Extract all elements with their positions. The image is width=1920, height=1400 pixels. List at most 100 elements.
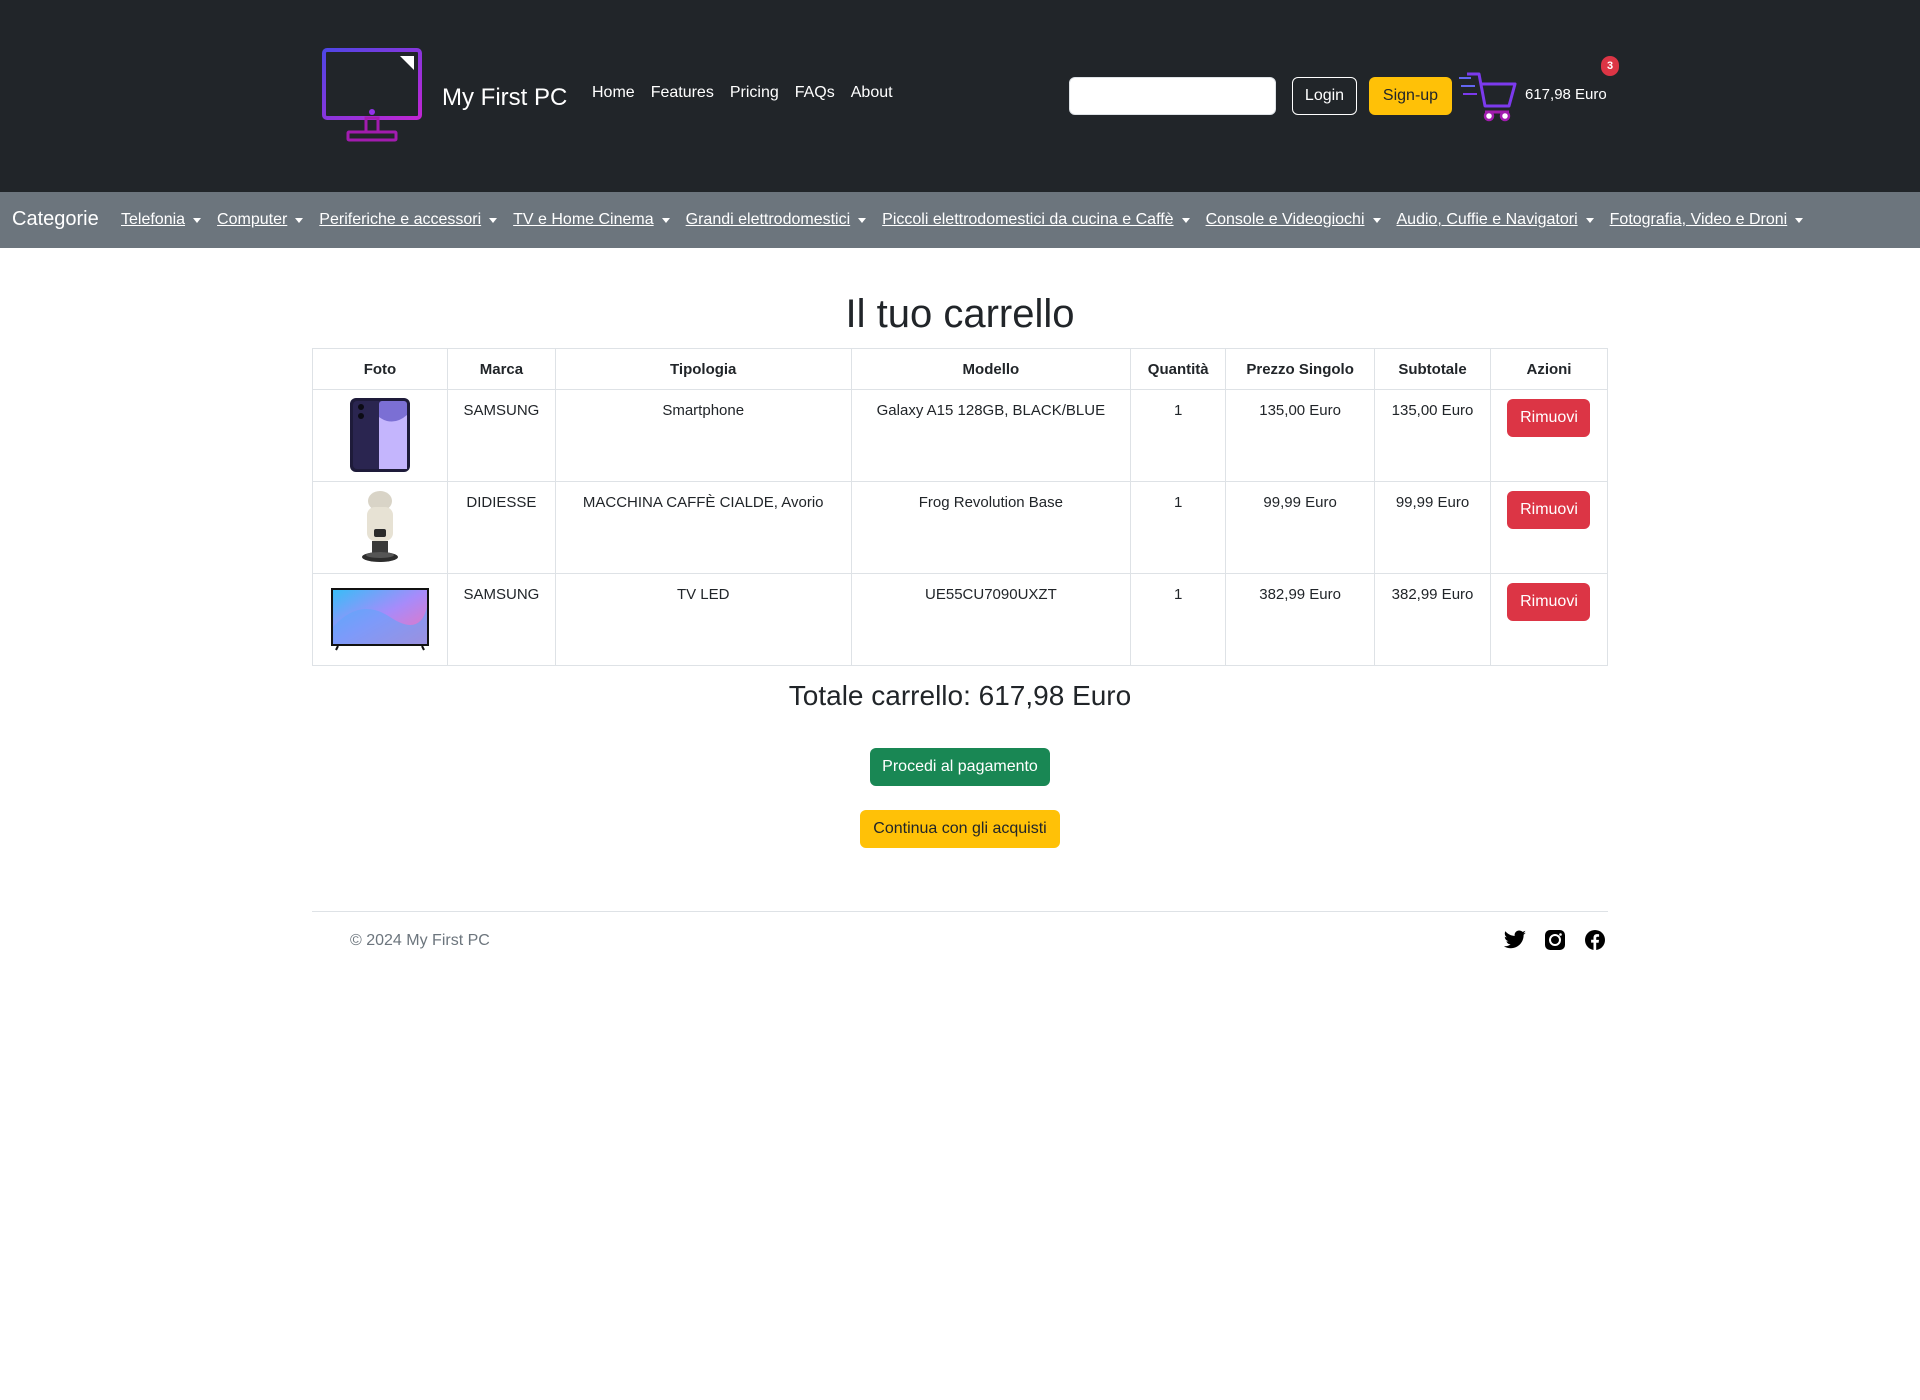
instagram-icon [1545, 930, 1565, 950]
proceed-to-payment-button[interactable]: Procedi al pagamento [870, 748, 1050, 786]
category-label: Audio, Cuffie e Navigatori [1396, 211, 1578, 228]
category-audio[interactable]: Audio, Cuffie e Navigatori [1389, 211, 1602, 229]
category-label: Periferiche e accessori [319, 211, 482, 228]
facebook-link[interactable] [1583, 928, 1607, 952]
type-cell: Smartphone [554, 389, 852, 482]
category-console[interactable]: Console e Videogiochi [1198, 211, 1389, 229]
category-tv[interactable]: TV e Home Cinema [505, 211, 678, 229]
actions-cell: Rimuovi [1489, 481, 1609, 574]
remove-button[interactable]: Rimuovi [1507, 583, 1591, 621]
brand-cell: DIDIESSE [446, 481, 556, 574]
signup-button[interactable]: Sign-up [1369, 77, 1452, 115]
product-photo-cell [312, 389, 448, 482]
type-cell: TV LED [554, 573, 852, 666]
login-button[interactable]: Login [1292, 77, 1357, 115]
table-row: DIDIESSE MACCHINA CAFFÈ CIALDE, Avorio F… [312, 481, 1609, 574]
product-photo-cell [312, 573, 448, 666]
caret-down-icon [489, 217, 498, 223]
footer-copyright: © 2024 My First PC [350, 932, 490, 949]
top-header: My First PC Home Features Pricing FAQs A… [0, 0, 1920, 192]
category-label: Computer [217, 211, 288, 228]
category-title: Categorie [12, 208, 99, 230]
main-nav: Home Features Pricing FAQs About [584, 84, 901, 102]
brand-cell: SAMSUNG [446, 573, 556, 666]
cart-count-badge: 3 [1601, 56, 1619, 76]
subtotal-cell: 135,00 Euro [1374, 389, 1491, 482]
column-header: Modello [850, 348, 1132, 390]
shopping-cart-icon [1459, 72, 1517, 122]
category-label: Console e Videogiochi [1205, 211, 1365, 228]
cart-table: Foto Marca Tipologia Modello Quantità Pr… [312, 348, 1609, 666]
column-header: Subtotale [1374, 348, 1491, 390]
table-header-row: Foto Marca Tipologia Modello Quantità Pr… [312, 348, 1609, 390]
twitter-link[interactable] [1503, 928, 1527, 952]
caret-down-icon [661, 217, 670, 223]
category-label: Fotografia, Video e Droni [1609, 211, 1788, 228]
nav-faqs[interactable]: FAQs [787, 84, 843, 102]
model-cell: UE55CU7090UXZT [850, 573, 1132, 666]
category-list: Telefonia Computer Periferiche e accesso… [113, 211, 1811, 229]
price-cell: 135,00 Euro [1225, 389, 1376, 482]
subtotal-cell: 99,99 Euro [1374, 481, 1491, 574]
price-cell: 382,99 Euro [1225, 573, 1376, 666]
subtotal-cell: 382,99 Euro [1374, 573, 1491, 666]
tv-image [330, 588, 429, 651]
category-label: Telefonia [121, 211, 186, 228]
caret-down-icon [193, 217, 202, 223]
table-row: SAMSUNG TV LED UE55CU7090UXZT 1 382,99 E… [312, 573, 1609, 666]
table-row: SAMSUNG Smartphone Galaxy A15 128GB, BLA… [312, 389, 1609, 482]
category-label: Piccoli elettrodomestici da cucina e Caf… [882, 211, 1174, 228]
cart-total-label: 617,98 Euro [1525, 86, 1607, 103]
column-header: Azioni [1489, 348, 1609, 390]
brand-cell: SAMSUNG [446, 389, 556, 482]
caret-down-icon [295, 217, 304, 223]
caret-down-icon [1181, 217, 1190, 223]
column-header: Marca [446, 348, 556, 390]
footer-divider [312, 911, 1608, 912]
cart-total-summary: Totale carrello: 617,98 Euro [788, 680, 1132, 711]
column-header: Prezzo Singolo [1225, 348, 1376, 390]
facebook-icon [1585, 930, 1605, 950]
price-cell: 99,99 Euro [1225, 481, 1376, 574]
cart-link[interactable]: 3 617,98 Euro [1459, 56, 1619, 126]
product-photo-cell [312, 481, 448, 574]
caret-down-icon [1585, 217, 1594, 223]
category-label: TV e Home Cinema [513, 211, 654, 228]
caret-down-icon [1372, 217, 1381, 223]
smartphone-image [349, 398, 410, 472]
nav-pricing[interactable]: Pricing [722, 84, 787, 102]
nav-home[interactable]: Home [584, 84, 643, 102]
monitor-icon [322, 48, 422, 142]
category-label: Grandi elettrodomestici [685, 211, 851, 228]
column-header: Quantità [1130, 348, 1227, 390]
column-header: Tipologia [554, 348, 852, 390]
social-links [1503, 928, 1607, 952]
page-title: Il tuo carrello [845, 292, 1075, 336]
twitter-icon [1503, 930, 1526, 949]
actions-cell: Rimuovi [1489, 389, 1609, 482]
continue-shopping-button[interactable]: Continua con gli acquisti [860, 810, 1060, 848]
instagram-link[interactable] [1543, 928, 1567, 952]
type-cell: MACCHINA CAFFÈ CIALDE, Avorio [554, 481, 852, 574]
category-computer[interactable]: Computer [209, 211, 311, 229]
quantity-cell: 1 [1130, 481, 1227, 574]
nav-about[interactable]: About [843, 84, 901, 102]
remove-button[interactable]: Rimuovi [1507, 491, 1591, 529]
brand-link[interactable]: My First PC [322, 48, 567, 142]
remove-button[interactable]: Rimuovi [1507, 399, 1591, 437]
brand-name: My First PC [442, 84, 568, 111]
category-bar: Categorie Telefonia Computer Periferiche… [0, 192, 1920, 248]
category-periferiche[interactable]: Periferiche e accessori [311, 211, 505, 229]
nav-features[interactable]: Features [643, 84, 722, 102]
category-fotografia[interactable]: Fotografia, Video e Droni [1602, 211, 1812, 229]
model-cell: Frog Revolution Base [850, 481, 1132, 574]
category-piccoli-elettrodomestici[interactable]: Piccoli elettrodomestici da cucina e Caf… [874, 211, 1197, 229]
quantity-cell: 1 [1130, 389, 1227, 482]
column-header: Foto [312, 348, 448, 390]
quantity-cell: 1 [1130, 573, 1227, 666]
search-input[interactable] [1069, 77, 1276, 115]
coffee-machine-image [361, 491, 398, 562]
category-grandi-elettrodomestici[interactable]: Grandi elettrodomestici [678, 211, 875, 229]
model-cell: Galaxy A15 128GB, BLACK/BLUE [850, 389, 1132, 482]
category-telefonia[interactable]: Telefonia [113, 211, 209, 229]
